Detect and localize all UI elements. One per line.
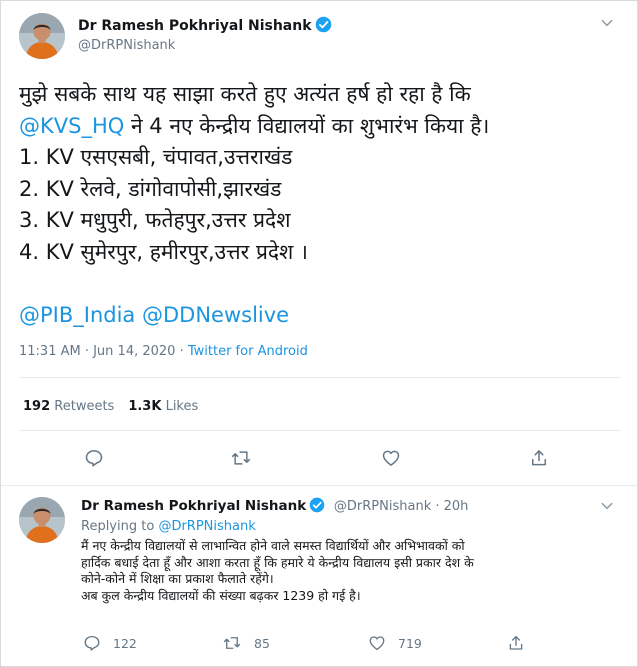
replying-to-handle[interactable]: @DrRPNishank bbox=[158, 519, 255, 534]
chevron-down-icon[interactable] bbox=[599, 15, 615, 35]
tweet-line: 3. KV मधुपुरी, फतेहपुर,उत्तर प्रदेश bbox=[19, 208, 291, 232]
tweet-line: 2. KV रेलवे, डांगोवापोसी,झारखंड bbox=[19, 176, 282, 201]
reply-icon bbox=[85, 450, 103, 467]
share-icon bbox=[532, 450, 546, 466]
author-name[interactable]: Dr Ramesh Pokhriyal Nishank bbox=[78, 16, 332, 37]
section-divider bbox=[1, 485, 637, 486]
retweet-button[interactable] bbox=[226, 443, 256, 473]
mention-link-pib[interactable]: @PIB_India bbox=[19, 303, 135, 327]
meta-separator: · bbox=[175, 344, 188, 359]
divider bbox=[19, 430, 621, 431]
likes-count: 1.3K bbox=[128, 399, 162, 414]
mention-link-kvs[interactable]: @KVS_HQ bbox=[19, 114, 124, 138]
tweet-line: 1. KV एसएसबी, चंपावत,उत्तराखंड bbox=[19, 145, 293, 169]
reply-line: कोने-कोने में शिक्षा का प्रकाश फैलाते रह… bbox=[81, 571, 274, 586]
reply-retweet-button[interactable]: 85 bbox=[222, 633, 270, 653]
heart-icon bbox=[382, 450, 400, 466]
author-handle[interactable]: @DrRPNishank bbox=[78, 38, 175, 53]
tweet-line-text: ने 4 नए केन्द्रीय विद्यालयों का शुभारंभ … bbox=[124, 113, 490, 138]
retweet-icon bbox=[231, 451, 251, 465]
author-name-text[interactable]: Dr Ramesh Pokhriyal Nishank bbox=[78, 18, 312, 34]
replying-to-label: Replying to bbox=[81, 519, 155, 534]
replying-to: Replying to @DrRPNishank bbox=[81, 519, 256, 534]
share-button[interactable] bbox=[524, 443, 554, 473]
likes-stat[interactable]: 1.3K Likes bbox=[128, 399, 198, 414]
reply-timestamp[interactable]: 20h bbox=[444, 499, 469, 514]
tweet-line: @PIB_India @DDNewslive bbox=[19, 300, 619, 332]
retweets-count: 192 bbox=[23, 399, 51, 414]
author-avatar[interactable] bbox=[19, 13, 65, 59]
reply-reply-button[interactable]: 122 bbox=[83, 633, 137, 653]
reply-line: हार्दिक बधाई देता हूँ और आशा करता हूँ कि… bbox=[81, 554, 474, 570]
reply-count: 122 bbox=[113, 635, 137, 651]
tweet-line: @KVS_HQ ने 4 नए केन्द्रीय विद्यालयों का … bbox=[19, 111, 619, 143]
tweet-line: 4. KV सुमेरपुर, हमीरपुर,उत्तर प्रदेश । bbox=[19, 239, 308, 264]
tweet-line: मुझे सबके साथ यह साझा करते हुए अत्यंत हर… bbox=[19, 82, 471, 106]
like-count: 719 bbox=[398, 635, 422, 651]
retweet-count: 85 bbox=[254, 635, 270, 651]
tweet-stats: 192 Retweets 1.3K Likes bbox=[23, 399, 198, 414]
retweet-icon bbox=[223, 637, 241, 649]
verified-badge-icon bbox=[315, 16, 332, 37]
reply-author-avatar[interactable] bbox=[19, 497, 65, 543]
reply-author-header: Dr Ramesh Pokhriyal Nishank @DrRPNishank… bbox=[81, 497, 468, 517]
tweet-meta: 11:31 AM · Jun 14, 2020 · Twitter for An… bbox=[19, 344, 308, 359]
tweet-timestamp[interactable]: 11:31 AM · Jun 14, 2020 bbox=[19, 344, 175, 359]
mention-link-dd[interactable]: @DDNewslive bbox=[142, 303, 289, 327]
tweet-card: Dr Ramesh Pokhriyal Nishank @DrRPNishank… bbox=[0, 0, 638, 667]
reply-like-button[interactable]: 719 bbox=[368, 633, 422, 653]
time-separator: · bbox=[435, 499, 440, 514]
retweets-stat[interactable]: 192 Retweets bbox=[23, 399, 114, 414]
reply-share-button[interactable] bbox=[507, 633, 525, 653]
reply-line: मैं नए केन्द्रीय विद्यालयों से लाभान्वित… bbox=[81, 538, 465, 553]
share-icon bbox=[509, 635, 523, 650]
tweet-text: मुझे सबके साथ यह साझा करते हुए अत्यंत हर… bbox=[19, 79, 619, 331]
reply-text: मैं नए केन्द्रीय विद्यालयों से लाभान्वित… bbox=[81, 538, 621, 604]
reply-chevron-down-icon[interactable] bbox=[599, 498, 615, 518]
verified-badge-icon bbox=[309, 497, 325, 517]
reply-icon bbox=[84, 635, 100, 651]
tweet-source-link[interactable]: Twitter for Android bbox=[188, 344, 308, 359]
reply-author-name[interactable]: Dr Ramesh Pokhriyal Nishank bbox=[81, 498, 306, 514]
reply-button[interactable] bbox=[79, 443, 109, 473]
reply-author-handle[interactable]: @DrRPNishank bbox=[334, 499, 431, 514]
retweets-label: Retweets bbox=[54, 399, 115, 414]
heart-icon bbox=[369, 636, 385, 651]
like-button[interactable] bbox=[376, 443, 406, 473]
reply-line: अब कुल केन्द्रीय विद्यालयों की संख्या बढ… bbox=[81, 587, 361, 603]
likes-label: Likes bbox=[165, 399, 199, 414]
divider bbox=[19, 377, 621, 378]
